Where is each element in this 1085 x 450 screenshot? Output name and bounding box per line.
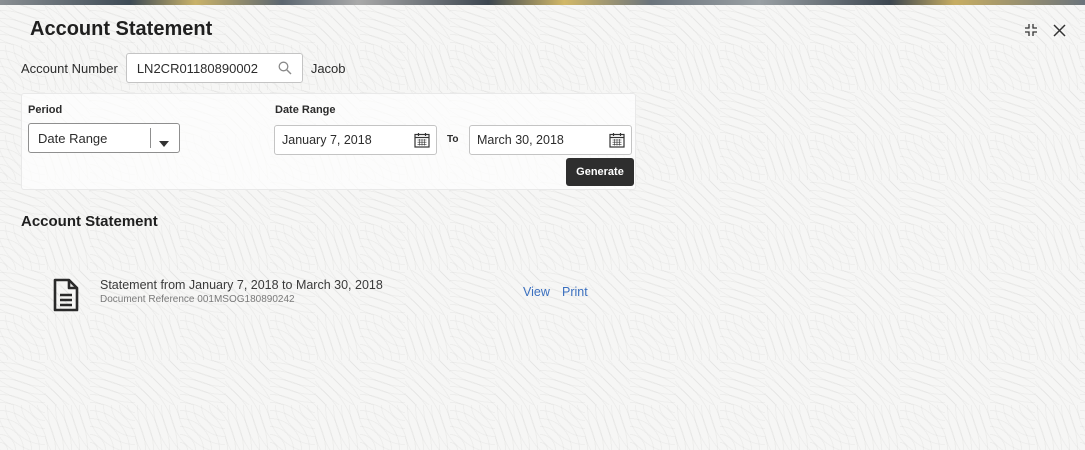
statement-description: Statement from January 7, 2018 to March … bbox=[100, 278, 383, 292]
account-number-value: LN2CR01180890002 bbox=[136, 60, 259, 76]
statement-filter-panel: Period Date Range Date Range January 7, … bbox=[21, 93, 636, 190]
account-holder-name: Jacob bbox=[310, 60, 346, 76]
account-number-field[interactable]: LN2CR01180890002 bbox=[125, 53, 303, 83]
to-date-field[interactable]: March 30, 2018 bbox=[469, 125, 632, 155]
account-number-label: Account Number bbox=[21, 60, 118, 76]
select-divider bbox=[150, 128, 151, 148]
to-date-value: March 30, 2018 bbox=[477, 133, 564, 147]
window-controls bbox=[1023, 22, 1067, 38]
period-select[interactable]: Date Range bbox=[28, 123, 180, 153]
account-row: Account Number LN2CR01180890002 Jacob bbox=[21, 52, 346, 84]
section-title: Account Statement bbox=[21, 213, 158, 230]
period-label: Period bbox=[28, 104, 63, 116]
generate-button[interactable]: Generate bbox=[566, 158, 634, 186]
page-title: Account Statement bbox=[30, 18, 213, 40]
date-range-label: Date Range bbox=[275, 104, 336, 116]
chevron-down-icon bbox=[159, 135, 169, 150]
decorative-header-strip bbox=[0, 0, 1085, 5]
print-link[interactable]: Print bbox=[562, 285, 588, 299]
from-date-value: January 7, 2018 bbox=[282, 133, 372, 147]
minimize-corners-icon[interactable] bbox=[1023, 22, 1039, 38]
calendar-icon[interactable] bbox=[609, 132, 625, 151]
calendar-icon[interactable] bbox=[414, 132, 430, 151]
close-icon[interactable] bbox=[1051, 22, 1067, 38]
from-date-field[interactable]: January 7, 2018 bbox=[274, 125, 437, 155]
period-select-value: Date Range bbox=[38, 131, 108, 146]
to-label: To bbox=[447, 134, 459, 145]
view-link[interactable]: View bbox=[523, 285, 550, 299]
document-icon bbox=[53, 278, 79, 317]
search-icon[interactable] bbox=[278, 61, 292, 78]
document-reference: Document Reference 001MSOG180890242 bbox=[100, 294, 295, 305]
